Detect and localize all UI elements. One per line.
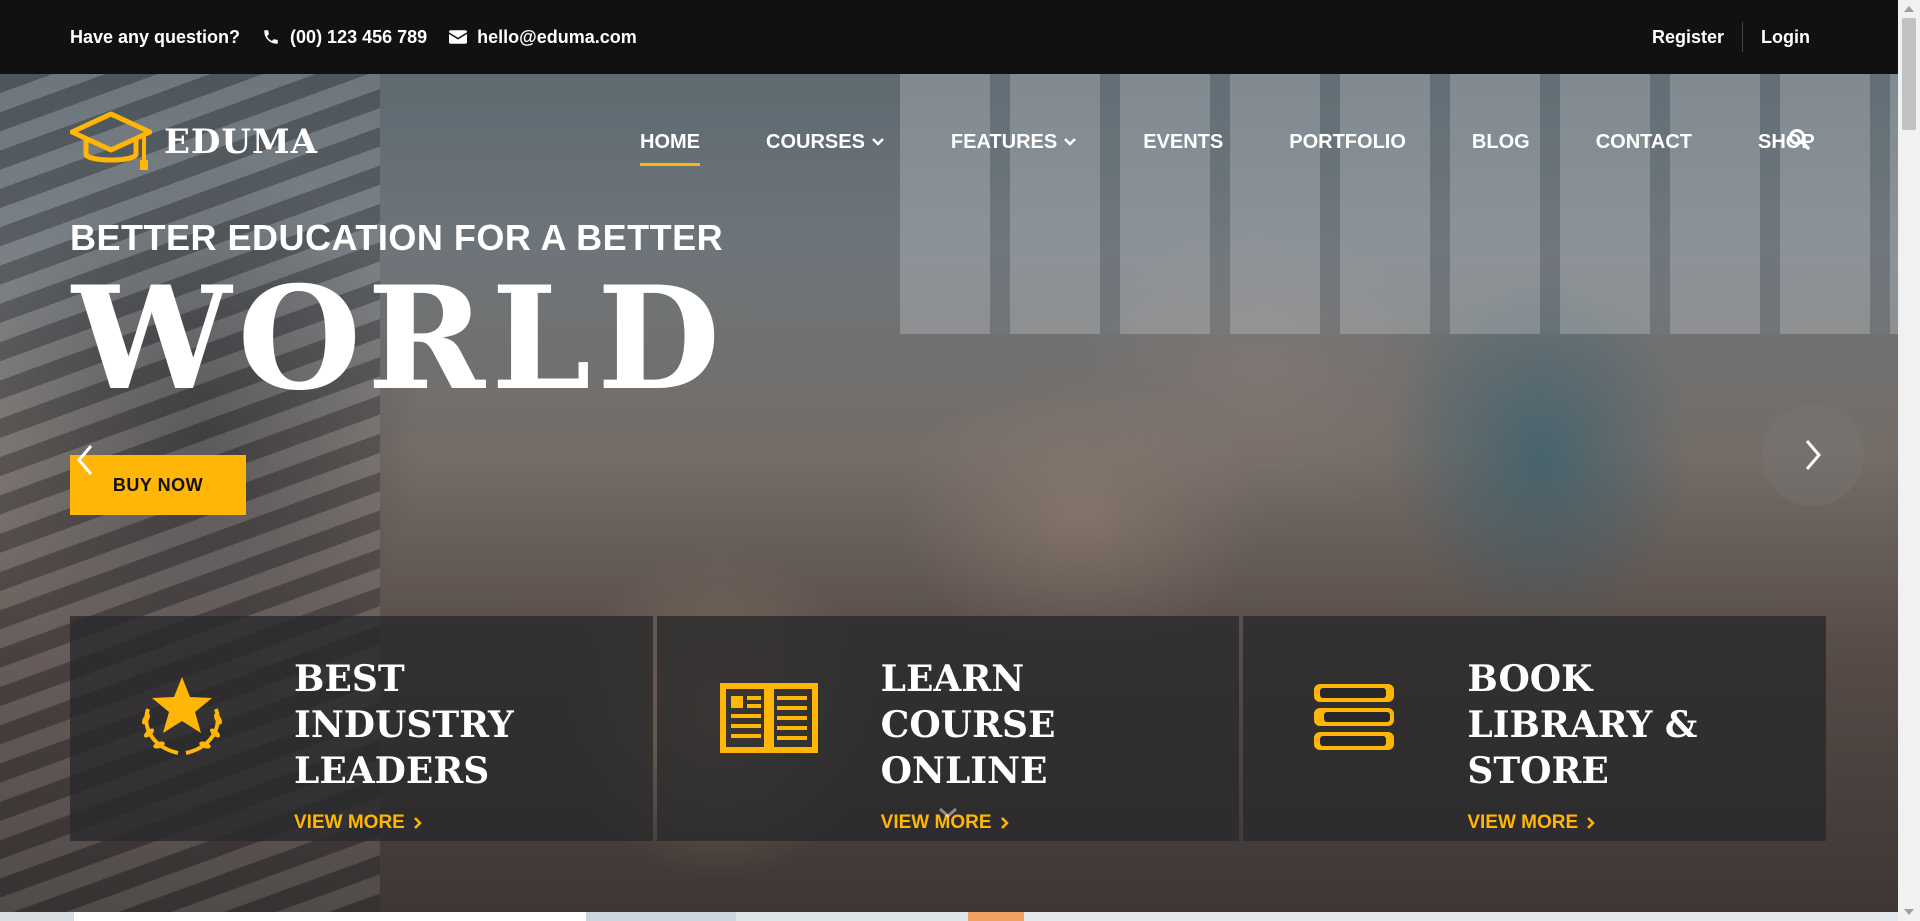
nav-features[interactable]: FEATURES [951,131,1077,154]
question-text: Have any question? [70,26,241,47]
nav-blog[interactable]: BLOG [1472,131,1530,154]
logo-text: EDUMA [164,122,319,162]
nav-portfolio[interactable]: PORTFOLIO [1289,131,1406,154]
view-more-link[interactable]: VIEW MORE [1467,812,1787,834]
email-link[interactable]: hello@eduma.com [449,27,637,48]
search-button[interactable] [1788,128,1810,155]
chevron-right-icon [413,817,422,829]
site-logo[interactable]: EDUMA [70,110,318,174]
chevron-right-icon [1000,817,1009,829]
next-section-preview [0,912,1898,921]
chevron-right-icon [1805,440,1821,470]
chevron-down-icon [939,807,957,818]
laurel-star-icon [122,668,242,768]
book-stack-icon [1295,668,1415,768]
scroll-down-button[interactable] [937,806,959,825]
topbar: Have any question? (00) 123 456 789 hell… [0,0,1898,74]
hero-background-window [900,74,1898,334]
scroll-up-arrow-icon[interactable] [1904,6,1914,12]
nav-contact[interactable]: CONTACT [1596,131,1692,154]
feature-title: LEARN COURSE ONLINE [880,658,1056,792]
phone-icon [264,30,278,44]
feature-title: BEST INDUSTRY LEADERS [294,658,514,792]
feature-text: BEST INDUSTRY LEADERS VIEW MORE [294,656,614,834]
chevron-left-icon [77,445,93,475]
feature-box: BEST INDUSTRY LEADERS VIEW MORE [70,616,653,841]
chevron-down-icon [1064,138,1077,146]
hero-title: WORLD [72,256,727,422]
phone-number: (00) 123 456 789 [290,26,428,47]
feature-text: LEARN COURSE ONLINE VIEW MORE [881,656,1201,834]
chevron-right-icon [1587,817,1595,829]
scrollbar-thumb[interactable] [1902,18,1916,130]
topbar-contact: Have any question? (00) 123 456 789 hell… [70,27,637,48]
topbar-account: Register Login [1634,22,1828,52]
slider-next-button[interactable] [1762,404,1864,506]
feature-text: BOOK LIBRARY & STORE VIEW MORE [1467,656,1787,834]
phone-link[interactable]: (00) 123 456 789 [262,27,427,48]
nav-events[interactable]: EVENTS [1143,131,1223,154]
slider-prev-button[interactable] [60,435,110,485]
nav-courses[interactable]: COURSES [766,131,885,154]
envelope-icon [449,30,468,44]
search-icon [1789,129,1810,150]
chevron-down-icon [872,138,884,146]
email-address: hello@eduma.com [477,26,637,47]
nav-home[interactable]: HOME [640,131,700,166]
page-scrollbar[interactable] [1898,0,1920,921]
open-book-icon [709,668,829,768]
feature-box: BOOK LIBRARY & STORE VIEW MORE [1243,616,1827,841]
scroll-down-arrow-icon[interactable] [1904,909,1914,915]
register-link[interactable]: Register [1634,27,1742,48]
view-more-link[interactable]: VIEW MORE [881,812,1201,834]
hero-subtitle: BETTER EDUCATION FOR A BETTER [70,217,724,258]
graduation-cap-icon [70,111,152,170]
main-nav: HOME COURSES FEATURES EVENTS PORTFOLIO B… [640,124,1881,166]
view-more-link[interactable]: VIEW MORE [294,812,614,834]
feature-title: BOOK LIBRARY & STORE [1467,658,1698,792]
login-link[interactable]: Login [1743,27,1828,48]
